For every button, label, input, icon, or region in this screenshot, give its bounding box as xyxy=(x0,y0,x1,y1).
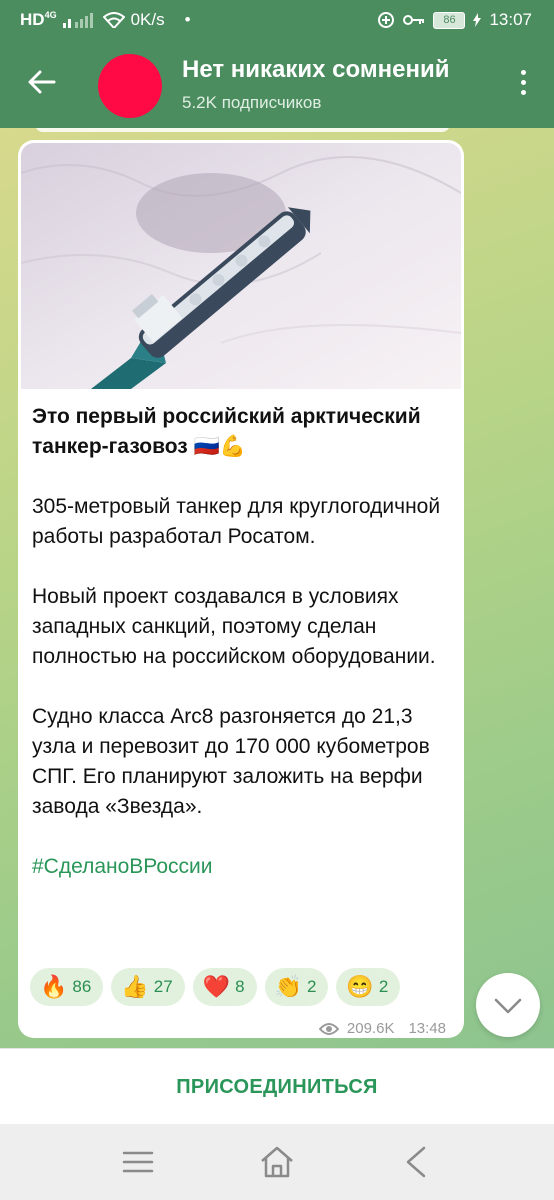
network-speed: 0K/s xyxy=(130,10,165,29)
reaction-fire[interactable]: 🔥 86 xyxy=(30,968,104,1006)
heart-emoji-icon: ❤️ xyxy=(202,974,231,999)
thumbs-up-emoji-icon: 👍 xyxy=(121,974,149,999)
network-type: HD xyxy=(20,10,45,29)
recent-apps-icon[interactable] xyxy=(118,1144,158,1180)
network-gen: 4G xyxy=(44,10,57,20)
reaction-count: 27 xyxy=(153,977,173,996)
signal-icon xyxy=(62,13,93,28)
join-button[interactable]: ПРИСОЕДИНИТЬСЯ xyxy=(170,1075,384,1100)
back-nav-icon[interactable] xyxy=(396,1144,436,1180)
post-paragraph: 305-метровый танкер для круглогодичной р… xyxy=(32,495,441,548)
more-options-icon[interactable] xyxy=(520,70,528,100)
eye-icon xyxy=(318,1022,339,1035)
reaction-clap[interactable]: 👏 2 xyxy=(264,968,329,1006)
key-icon xyxy=(403,15,425,25)
message-bubble[interactable]: Это первый российский арктический танкер… xyxy=(18,140,464,1038)
post-paragraph: Судно класса Arc8 разгоняется до 21,3 уз… xyxy=(32,705,430,818)
flag-muscle-emoji: 🇷🇺💪 xyxy=(193,435,246,458)
battery-icon: 86 xyxy=(433,11,466,29)
post-photo[interactable] xyxy=(21,143,461,389)
message-text: Это первый российский арктический танкер… xyxy=(32,402,452,912)
post-paragraph: Новый проект создавался в условиях запад… xyxy=(32,585,436,668)
reaction-thumbs-up[interactable]: 👍 27 xyxy=(111,968,185,1006)
message-meta: 209.6K 13:48 xyxy=(318,1020,446,1037)
chat-header: Нет никаких сомнений 5.2K подписчиков xyxy=(0,40,554,128)
view-count: 209.6K xyxy=(346,1020,395,1037)
channel-avatar[interactable] xyxy=(98,54,162,118)
reactions-row: 🔥 86 👍 27 ❤️ 8 👏 2 😁 2 xyxy=(30,968,401,1006)
join-bar: ПРИСОЕДИНИТЬСЯ xyxy=(0,1048,554,1125)
grin-emoji-icon: 😁 xyxy=(346,974,374,999)
hashtag-link[interactable]: #СделаноВРоссии xyxy=(32,852,452,882)
reaction-heart[interactable]: ❤️ 8 xyxy=(192,968,257,1006)
clock: 13:07 xyxy=(489,10,532,29)
home-icon[interactable] xyxy=(257,1144,297,1180)
data-saver-icon xyxy=(378,12,395,28)
notification-dot: • xyxy=(184,10,191,29)
reaction-grin[interactable]: 😁 2 xyxy=(336,968,401,1006)
clap-emoji-icon: 👏 xyxy=(274,974,302,999)
fire-emoji-icon: 🔥 xyxy=(40,974,68,999)
status-bar: HD 4G 0K/s • 86 13:07 xyxy=(0,0,554,40)
chat-area[interactable]: Это первый российский арктический танкер… xyxy=(0,128,554,1048)
system-nav-bar xyxy=(0,1124,554,1200)
chevron-down-icon xyxy=(494,998,522,1014)
previous-message-edge xyxy=(35,128,450,132)
wifi-icon xyxy=(102,12,125,28)
scroll-down-button[interactable] xyxy=(476,973,540,1037)
reaction-count: 8 xyxy=(235,977,245,996)
message-time: 13:48 xyxy=(408,1020,446,1037)
reaction-count: 86 xyxy=(72,977,92,996)
reaction-count: 2 xyxy=(378,977,389,996)
post-headline: Это первый российский арктический танкер… xyxy=(32,402,452,462)
channel-title[interactable]: Нет никаких сомнений xyxy=(182,56,482,84)
charging-icon xyxy=(473,13,482,27)
back-arrow-icon[interactable] xyxy=(26,66,58,98)
reaction-count: 2 xyxy=(306,977,317,996)
subscriber-count: 5.2K подписчиков xyxy=(182,93,322,112)
